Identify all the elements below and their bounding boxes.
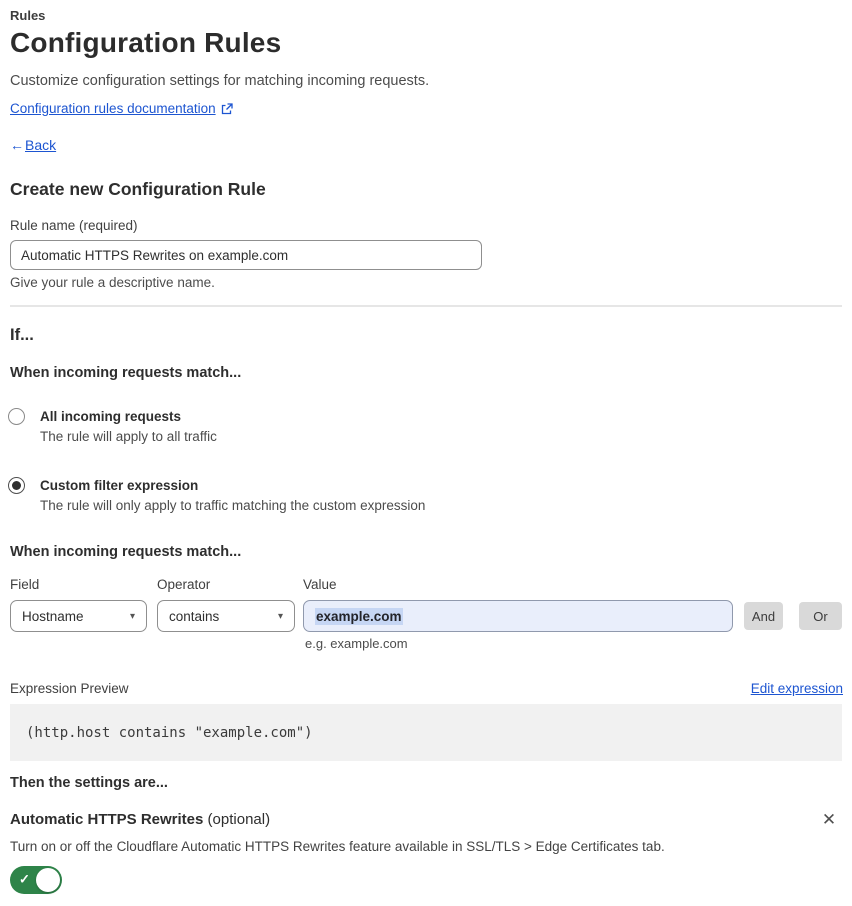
section-title-create-rule: Create new Configuration Rule	[10, 179, 266, 199]
field-select-value: Hostname	[22, 608, 84, 624]
close-icon[interactable]: ✕	[819, 810, 839, 830]
breadcrumb: Rules	[10, 8, 46, 23]
radio-all-incoming-label[interactable]: All incoming requests	[40, 409, 181, 424]
setting-description: Turn on or off the Cloudflare Automatic …	[10, 839, 665, 854]
external-link-icon	[221, 102, 233, 115]
page-title: Configuration Rules	[10, 27, 282, 58]
or-button[interactable]: Or	[799, 602, 842, 630]
radio-all-incoming-requests[interactable]	[8, 408, 25, 425]
expression-code: (http.host contains "example.com")	[26, 724, 313, 741]
operator-select-value: contains	[169, 608, 220, 624]
field-select[interactable]: Hostname ▾	[10, 600, 147, 632]
page-subtitle: Customize configuration settings for mat…	[10, 73, 430, 89]
operator-column-label: Operator	[157, 577, 211, 592]
match-heading: When incoming requests match...	[10, 365, 242, 381]
chevron-down-icon: ▾	[129, 610, 135, 622]
value-input-text: example.com	[315, 607, 403, 625]
documentation-link[interactable]: Configuration rules documentation	[10, 101, 233, 116]
section-divider	[10, 305, 842, 307]
value-column-label: Value	[303, 577, 337, 592]
radio-custom-filter-description: The rule will only apply to traffic matc…	[40, 498, 426, 513]
edit-expression-link[interactable]: Edit expression	[751, 681, 843, 696]
radio-custom-filter-label[interactable]: Custom filter expression	[40, 478, 198, 493]
automatic-https-rewrites-toggle[interactable]: ✓	[10, 866, 62, 894]
value-hint: e.g. example.com	[305, 636, 408, 651]
builder-heading: When incoming requests match...	[10, 544, 242, 560]
toggle-knob	[36, 868, 60, 892]
if-heading: If...	[10, 326, 34, 344]
setting-name: Automatic HTTPS Rewrites	[10, 811, 204, 828]
expression-code-block: (http.host contains "example.com")	[10, 704, 842, 761]
rule-name-input[interactable]	[10, 240, 482, 270]
documentation-link-label[interactable]: Configuration rules documentation	[10, 101, 216, 116]
chevron-down-icon: ▾	[277, 610, 283, 622]
radio-checked-icon[interactable]	[8, 477, 25, 494]
back-arrow-icon: ←	[10, 137, 24, 153]
value-input[interactable]: example.com	[303, 600, 733, 632]
field-column-label: Field	[10, 577, 40, 592]
rule-name-help: Give your rule a descriptive name.	[10, 275, 215, 290]
setting-optional-suffix: (optional)	[203, 811, 271, 828]
check-icon: ✓	[19, 871, 30, 887]
back-link[interactable]: ←Back	[10, 137, 56, 153]
setting-card-title: Automatic HTTPS Rewrites (optional)	[10, 811, 270, 828]
operator-select[interactable]: contains ▾	[157, 600, 295, 632]
then-settings-heading: Then the settings are...	[10, 775, 168, 791]
and-button[interactable]: And	[744, 602, 783, 630]
back-link-label[interactable]: Back	[25, 137, 56, 153]
rule-name-label: Rule name (required)	[10, 218, 138, 233]
radio-custom-filter-expression[interactable]	[8, 477, 25, 494]
radio-all-incoming-description: The rule will apply to all traffic	[40, 429, 217, 444]
radio-unchecked-icon[interactable]	[8, 408, 25, 425]
expression-preview-label: Expression Preview	[10, 681, 129, 696]
